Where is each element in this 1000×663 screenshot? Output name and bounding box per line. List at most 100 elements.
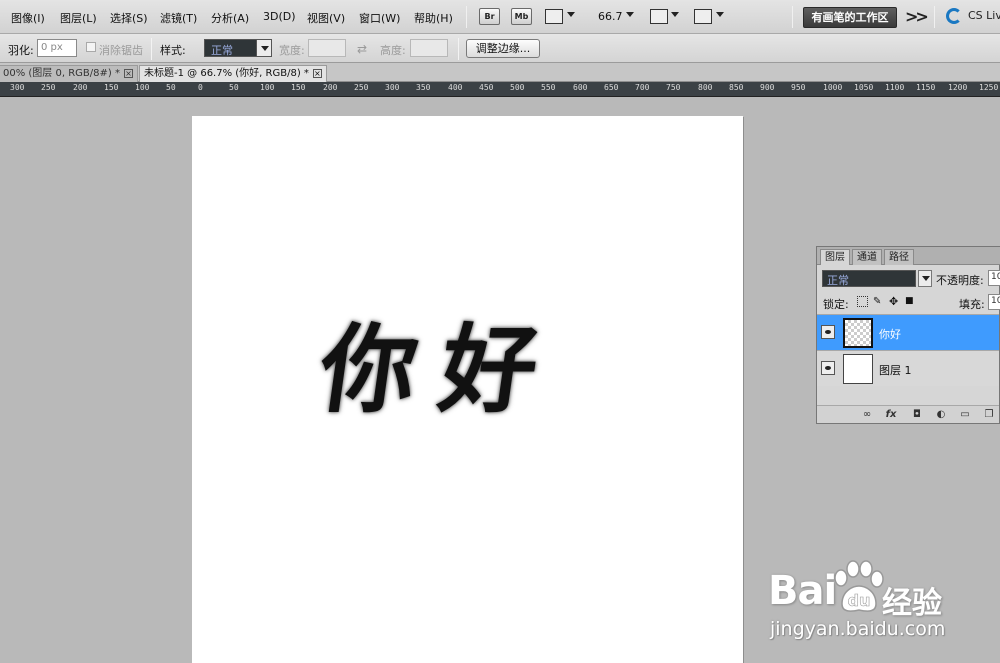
ruler-tick: 600 — [573, 83, 588, 92]
fx-icon[interactable]: fx — [885, 409, 897, 421]
opacity-label: 不透明度: — [936, 274, 984, 287]
layer-row[interactable]: 你好 — [817, 314, 999, 350]
feather-input[interactable]: 0 px — [37, 39, 77, 57]
style-dropdown-arrow[interactable] — [256, 39, 272, 57]
zoom-level[interactable]: 66.7 — [598, 10, 623, 23]
new-layer-icon[interactable]: ❐ — [983, 409, 995, 421]
ruler-tick: 300 — [385, 83, 400, 92]
ruler-tick: 250 — [41, 83, 56, 92]
lock-pixels-icon[interactable]: ✎ — [873, 296, 884, 307]
ruler-tick: 0 — [198, 83, 203, 92]
panel-tab-bar: 图层 通道 路径 — [817, 247, 1000, 265]
ruler-tick: 950 — [791, 83, 806, 92]
menu-separator — [934, 6, 935, 28]
layers-panel: 图层 通道 路径 正常 不透明度: 10 锁定: ✎ ✥ ■ 填充: 10 你好… — [816, 246, 1000, 424]
menu-filter[interactable]: 滤镜(T) — [160, 10, 197, 26]
arrange-documents-icon[interactable] — [650, 9, 668, 24]
bridge-button[interactable]: Br — [479, 8, 500, 25]
ruler-tick: 200 — [323, 83, 338, 92]
antialias-label: 消除锯齿 — [99, 44, 143, 57]
watermark-brand: Bai — [768, 568, 837, 614]
chevron-down-icon[interactable] — [671, 12, 679, 17]
layer-name: 你好 — [879, 328, 901, 341]
menu-3d[interactable]: 3D(D) — [263, 10, 296, 23]
view-extras-icon[interactable] — [545, 9, 563, 24]
ruler-tick: 50 — [229, 83, 239, 92]
menu-layer[interactable]: 图层(L) — [60, 10, 97, 26]
cslive-label[interactable]: CS Live — [968, 9, 1000, 22]
add-mask-icon[interactable]: ◘ — [911, 409, 923, 421]
blend-mode-select[interactable]: 正常 — [822, 270, 916, 287]
ruler-tick: 900 — [760, 83, 775, 92]
menu-window[interactable]: 窗口(W) — [359, 10, 400, 26]
chevron-down-icon[interactable] — [567, 12, 575, 17]
eye-icon[interactable] — [821, 325, 835, 339]
ruler-tick: 700 — [635, 83, 650, 92]
menu-analysis[interactable]: 分析(A) — [211, 10, 249, 26]
chevron-down-icon[interactable] — [626, 12, 634, 17]
opacity-input[interactable]: 10 — [988, 270, 1000, 286]
ruler-tick: 550 — [541, 83, 556, 92]
ruler-tick: 1200 — [948, 83, 968, 92]
workspace-switcher-button[interactable]: 有画笔的工作区 — [803, 7, 897, 28]
link-layers-icon[interactable]: ∞ — [861, 409, 873, 421]
tab-channels[interactable]: 通道 — [852, 249, 882, 265]
ruler-tick: 1050 — [854, 83, 874, 92]
adjustment-layer-icon[interactable]: ◐ — [935, 409, 947, 421]
ruler-tick: 450 — [479, 83, 494, 92]
horizontal-ruler[interactable]: 300 250 200 150 100 50 0 50 100 150 200 … — [0, 82, 1000, 97]
antialias-checkbox[interactable] — [86, 42, 96, 52]
ruler-tick: 800 — [698, 83, 713, 92]
panel-footer: ∞ fx ◘ ◐ ▭ ❐ — [817, 405, 999, 423]
minibridge-button[interactable]: Mb — [511, 8, 532, 25]
watermark-url: jingyan.baidu.com — [770, 618, 946, 640]
menu-view[interactable]: 视图(V) — [307, 10, 345, 26]
eye-icon[interactable] — [821, 361, 835, 375]
menu-separator — [466, 6, 467, 28]
chevron-down-icon[interactable] — [716, 12, 724, 17]
layer-row[interactable]: 图层 1 — [817, 350, 999, 386]
close-icon[interactable]: × — [312, 68, 322, 78]
new-group-icon[interactable]: ▭ — [959, 409, 971, 421]
lock-position-icon[interactable]: ✥ — [889, 296, 900, 307]
cslive-icon[interactable] — [946, 8, 962, 24]
ruler-tick: 650 — [604, 83, 619, 92]
fill-label: 填充: — [959, 298, 985, 311]
document-canvas[interactable]: 你好 — [192, 116, 743, 663]
double-chevron-right-icon[interactable]: >> — [905, 7, 929, 26]
ruler-tick: 500 — [510, 83, 525, 92]
lock-transparent-icon[interactable] — [857, 296, 868, 307]
blend-mode-dropdown-arrow[interactable] — [918, 270, 932, 287]
height-input[interactable] — [410, 39, 448, 57]
watermark-brand-2: 经验 — [882, 586, 942, 621]
close-icon[interactable]: × — [123, 68, 133, 78]
refine-edge-button[interactable]: 调整边缘... — [466, 39, 540, 58]
menu-help[interactable]: 帮助(H) — [414, 10, 453, 26]
fill-input[interactable]: 10 — [988, 294, 1000, 310]
layer-thumbnail — [843, 354, 873, 384]
lock-all-icon[interactable]: ■ — [905, 296, 916, 307]
height-label: 高度: — [380, 44, 406, 57]
lock-label: 锁定: — [823, 298, 849, 311]
baidu-watermark: Bai du 经验 jingyan.baidu.com — [768, 560, 1000, 656]
canvas-text-layer[interactable]: 你好 — [312, 292, 572, 431]
tab-paths[interactable]: 路径 — [884, 249, 914, 265]
menu-separator — [792, 6, 793, 28]
options-bar: 羽化: 0 px 消除锯齿 样式: 正常 宽度: ⇄ 高度: 调整边缘... — [0, 34, 1000, 63]
tab-label: 00% (图层 0, RGB/8#) * — [3, 68, 120, 79]
tab-document-2[interactable]: 未标题-1 @ 66.7% (你好, RGB/8) * × — [139, 65, 327, 82]
paw-icon: du — [834, 560, 884, 612]
swap-icon[interactable]: ⇄ — [357, 42, 367, 56]
tab-document-1[interactable]: 00% (图层 0, RGB/8#) * × — [0, 65, 138, 82]
menu-image[interactable]: 图像(I) — [11, 10, 45, 26]
width-label: 宽度: — [279, 44, 305, 57]
tab-layers[interactable]: 图层 — [820, 249, 850, 265]
ruler-tick: 150 — [104, 83, 119, 92]
menu-select[interactable]: 选择(S) — [110, 10, 148, 26]
screen-mode-icon[interactable] — [694, 9, 712, 24]
style-select[interactable]: 正常 — [204, 39, 258, 57]
ruler-tick: 250 — [354, 83, 369, 92]
document-tab-bar: 00% (图层 0, RGB/8#) * × 未标题-1 @ 66.7% (你好,… — [0, 63, 1000, 82]
width-input[interactable] — [308, 39, 346, 57]
feather-label: 羽化: — [8, 44, 34, 57]
